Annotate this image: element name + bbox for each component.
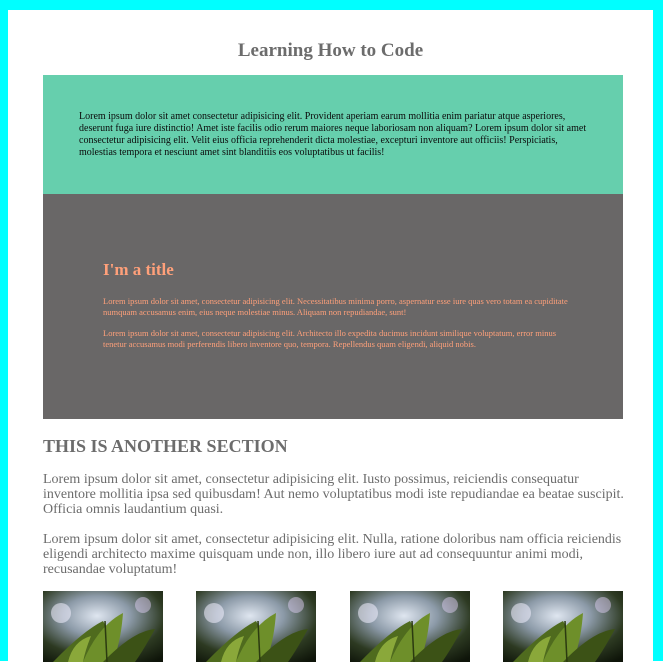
featured-title: I'm a title bbox=[103, 260, 174, 279]
gallery-image-3 bbox=[350, 591, 470, 662]
another-section-paragraph-1: Lorem ipsum dolor sit amet, consectetur … bbox=[43, 472, 624, 517]
gallery-image-4 bbox=[503, 591, 623, 662]
another-section-heading: This is another section bbox=[43, 436, 288, 456]
page-title: Learning How to Code bbox=[237, 40, 424, 61]
featured-paragraph-2: Lorem ipsum dolor sit amet, consectetur … bbox=[103, 328, 557, 349]
page-frame: Learning How to Code Lorem ipsum dolor s… bbox=[0, 0, 663, 662]
another-section-paragraph-2: Lorem ipsum dolor sit amet, consectetur … bbox=[43, 532, 622, 577]
intro-paragraph: Lorem ipsum dolor sit amet consectetur a… bbox=[79, 111, 587, 158]
gallery-image-2 bbox=[196, 591, 316, 662]
featured-section: I'm a title Lorem ipsum dolor sit amet, … bbox=[43, 194, 623, 419]
gallery-image-1 bbox=[43, 591, 163, 662]
intro-section: Lorem ipsum dolor sit amet consectetur a… bbox=[43, 75, 623, 194]
featured-paragraph-1: Lorem ipsum dolor sit amet, consectetur … bbox=[103, 296, 568, 317]
